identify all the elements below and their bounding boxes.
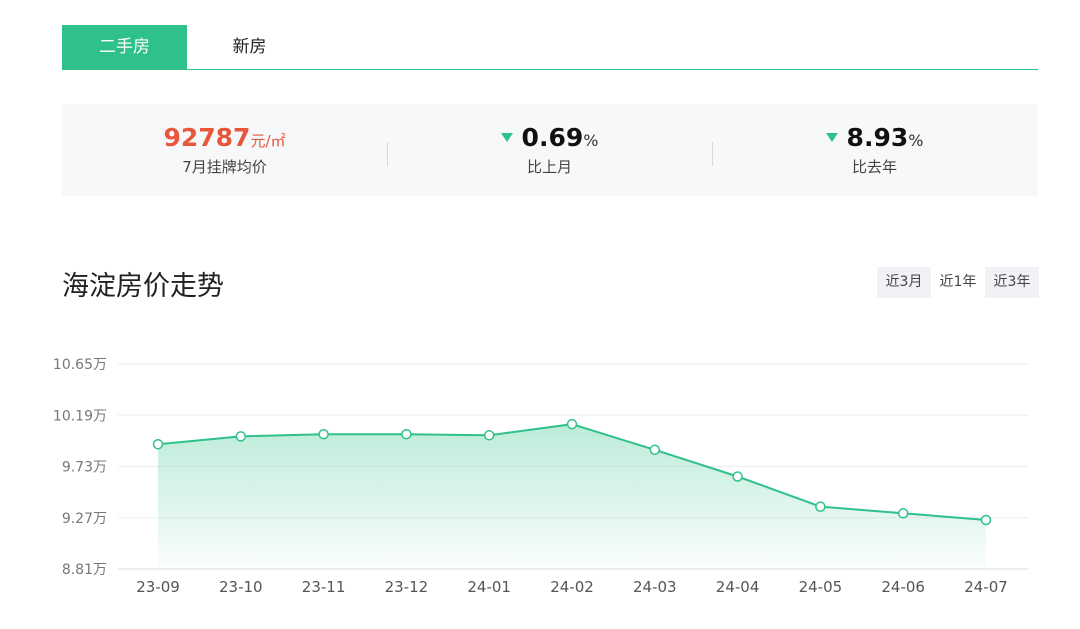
x-tick-label: 24-06: [881, 578, 925, 596]
data-point[interactable]: [980, 514, 992, 526]
stat-average-price: 92787元/㎡ 7月挂牌均价: [62, 104, 387, 196]
y-axis-labels: 10.65万 10.19万 9.73万 9.27万 8.81万: [53, 357, 107, 578]
data-point[interactable]: [235, 431, 247, 442]
section-title: 海淀房价走势: [62, 271, 224, 302]
area-shape: [158, 424, 986, 569]
x-tick-label: 24-04: [716, 578, 760, 596]
yoy-label: 比去年: [851, 158, 897, 176]
mom-unit: %: [583, 131, 599, 150]
yoy-unit: %: [908, 131, 924, 150]
stat-year-over-year: 8.93% 比去年: [712, 104, 1037, 196]
x-tick-label: 23-12: [385, 578, 429, 596]
mom-value: 0.69: [521, 123, 584, 152]
x-tick-label: 24-02: [550, 578, 594, 596]
x-tick-label: 24-05: [799, 578, 843, 596]
data-point[interactable]: [483, 430, 495, 441]
x-tick-label: 24-07: [964, 578, 1008, 596]
tab-bar: 二手房 新房: [62, 25, 1038, 70]
range-3-years[interactable]: 近3年: [985, 267, 1039, 298]
area-fill: [158, 424, 986, 569]
average-price-unit: 元/㎡: [250, 132, 286, 150]
data-point[interactable]: [649, 444, 661, 456]
tab-new-house[interactable]: 新房: [187, 25, 312, 70]
down-arrow-icon: [825, 133, 838, 142]
y-tick-label: 10.65万: [53, 357, 107, 373]
x-tick-label: 24-01: [467, 578, 511, 596]
range-1-year[interactable]: 近1年: [931, 267, 985, 298]
yoy-value: 8.93: [846, 123, 909, 152]
average-price-value: 92787: [163, 123, 251, 152]
data-point[interactable]: [152, 438, 164, 450]
x-tick-label: 23-11: [302, 578, 346, 596]
average-price-label: 7月挂牌均价: [182, 158, 267, 176]
data-point[interactable]: [897, 508, 909, 519]
y-tick-label: 9.27万: [62, 511, 107, 527]
stat-month-over-month: 0.69% 比上月: [387, 104, 712, 196]
data-point[interactable]: [318, 428, 329, 440]
data-point[interactable]: [815, 501, 826, 512]
x-axis-labels: 23-09 23-10 23-11 23-12 24-01 24-02 24-03 24-04…: [136, 578, 1008, 596]
y-tick-label: 10.19万: [53, 408, 107, 424]
y-tick-label: 9.73万: [62, 460, 107, 476]
mom-label: 比上月: [526, 158, 572, 176]
tab-second-hand[interactable]: 二手房: [62, 25, 187, 70]
data-point[interactable]: [566, 418, 578, 430]
data-point[interactable]: [401, 428, 412, 440]
down-arrow-icon: [500, 133, 513, 142]
data-point[interactable]: [732, 471, 743, 482]
x-tick-label: 23-09: [136, 578, 180, 596]
stats-panel: 92787元/㎡ 7月挂牌均价 0.69% 比上月 8.93% 比去年: [62, 104, 1038, 196]
x-tick-label: 23-10: [219, 578, 263, 596]
range-3-months[interactable]: 近3月: [877, 267, 931, 298]
x-tick-label: 24-03: [633, 578, 677, 596]
price-trend-chart: 10.65万10.19万9.73万9.27万8.81万 23-09 23-10 23…: [53, 357, 1028, 596]
y-tick-label: 8.81万: [62, 562, 107, 578]
